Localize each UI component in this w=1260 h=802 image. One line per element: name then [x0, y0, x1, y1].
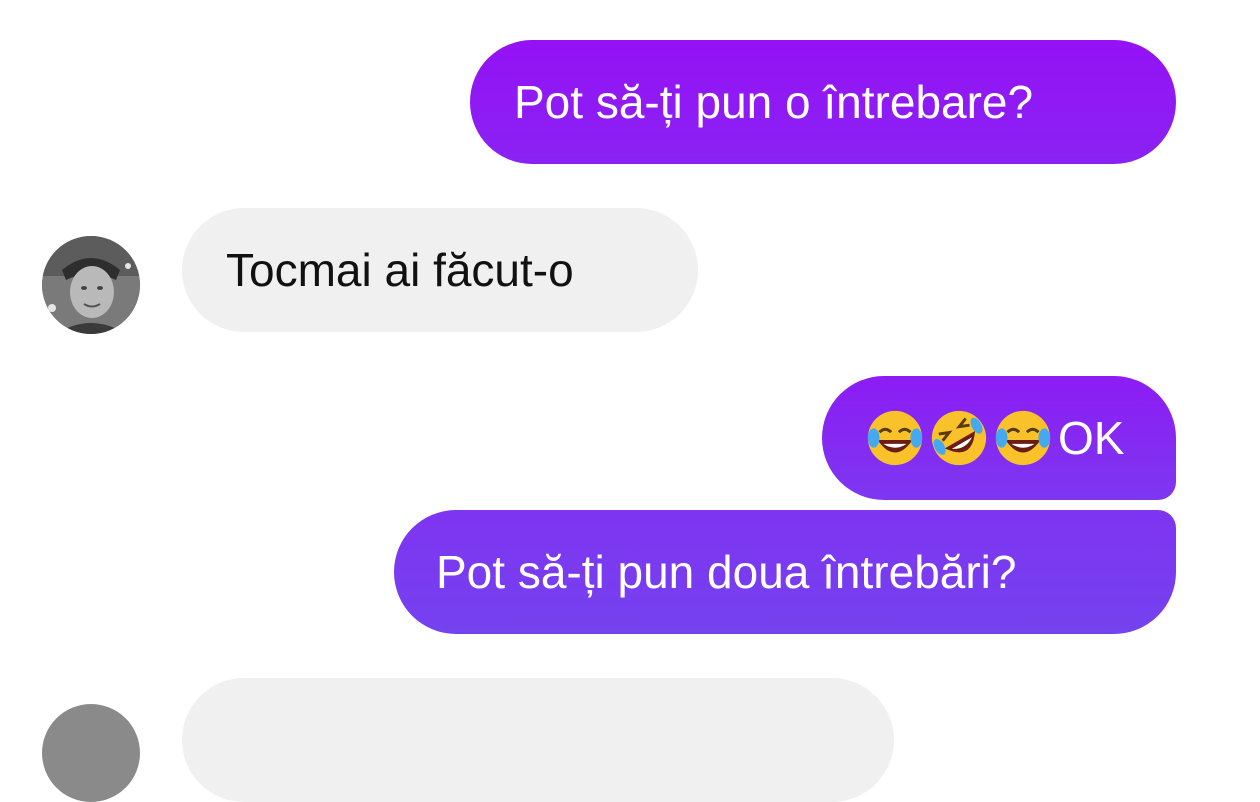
outgoing-message-bubble[interactable]: Pot să-ți pun doua întrebări? [394, 510, 1176, 634]
rolling-on-floor-laughing-emoji-icon [931, 410, 987, 466]
outgoing-message-bubble[interactable]: Pot să-ți pun o întrebare? [470, 40, 1176, 164]
message-text: Tocmai ai făcut-o [226, 244, 574, 296]
joy-emoji-icon [995, 410, 1051, 466]
message-text: Pot să-ți pun doua întrebări? [436, 546, 1017, 598]
incoming-message-bubble[interactable] [182, 678, 894, 802]
outgoing-message-bubble[interactable]: OK [822, 376, 1176, 500]
joy-emoji-icon [867, 410, 923, 466]
message-text: OK [1058, 412, 1125, 464]
contact-avatar[interactable] [42, 236, 140, 334]
contact-avatar[interactable] [42, 704, 140, 802]
contact-avatar-image [42, 236, 140, 334]
incoming-message-bubble[interactable]: Tocmai ai făcut-o [182, 208, 698, 332]
message-text: Pot să-ți pun o întrebare? [514, 76, 1034, 128]
